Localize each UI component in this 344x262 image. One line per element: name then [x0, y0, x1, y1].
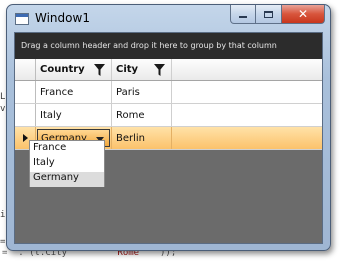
minimize-icon: [239, 16, 247, 18]
minimize-button[interactable]: [230, 5, 256, 24]
window-title: Window1: [35, 11, 90, 25]
code-fragment: v: [0, 104, 6, 114]
current-row-arrow-icon: [22, 134, 28, 142]
code-fragment: =: [0, 237, 6, 247]
row-filler-cell: [172, 127, 322, 149]
close-icon: ✕: [297, 7, 309, 21]
maximize-icon: [264, 10, 273, 18]
column-header-city[interactable]: City: [112, 59, 172, 80]
group-panel-hint: Drag a column header and drop it here to…: [21, 41, 277, 50]
row-indicator-cell[interactable]: [15, 104, 36, 126]
table-row[interactable]: Italy Rome: [15, 104, 322, 127]
title-bar[interactable]: Window1 ✕: [7, 5, 330, 31]
table-row[interactable]: France Paris: [15, 81, 322, 104]
grid-header-row: Country City: [15, 59, 322, 81]
filter-icon[interactable]: [154, 64, 165, 76]
country-dropdown-list: France Italy Germany: [29, 140, 105, 187]
code-fragment: i: [0, 210, 6, 220]
column-header-label: City: [116, 64, 139, 75]
window-app-icon[interactable]: [15, 13, 29, 25]
dropdown-option[interactable]: France: [30, 142, 104, 157]
main-window: Window1 ✕ Drag a column header and drop …: [6, 4, 331, 251]
row-filler-cell: [172, 104, 322, 126]
group-panel[interactable]: Drag a column header and drop it here to…: [15, 33, 322, 59]
close-button[interactable]: ✕: [282, 5, 325, 24]
header-filler-cell: [172, 59, 322, 80]
cell-country[interactable]: France: [36, 81, 112, 103]
caption-buttons: ✕: [230, 5, 325, 24]
dropdown-option[interactable]: Italy: [30, 157, 104, 172]
row-filler-cell: [172, 81, 322, 103]
cell-city[interactable]: Rome: [112, 104, 172, 126]
filter-icon[interactable]: [94, 64, 105, 76]
maximize-button[interactable]: [256, 5, 282, 24]
column-header-country[interactable]: Country: [36, 59, 112, 80]
column-header-label: Country: [40, 64, 85, 75]
cell-country[interactable]: Italy: [36, 104, 112, 126]
header-indicator-cell: [15, 59, 36, 80]
code-fragment: L: [0, 92, 6, 102]
row-indicator-cell[interactable]: [15, 81, 36, 103]
cell-city[interactable]: Berlin: [112, 127, 172, 149]
dropdown-option-highlighted[interactable]: Germany: [30, 172, 104, 187]
cell-city[interactable]: Paris: [112, 81, 172, 103]
window-client-area: Drag a column header and drop it here to…: [14, 32, 323, 244]
data-grid: Country City France Paris Italy Rome Ger…: [15, 59, 322, 150]
